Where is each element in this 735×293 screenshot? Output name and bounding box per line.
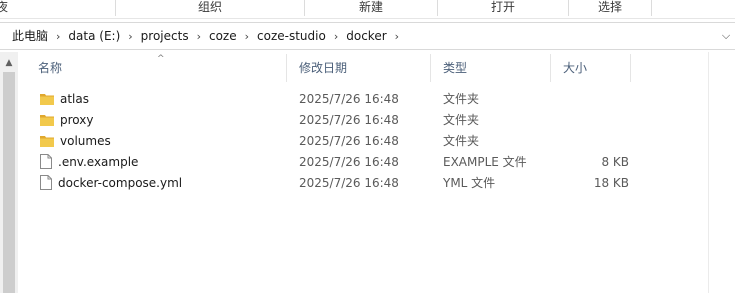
file-size: 18 KB bbox=[593, 176, 629, 190]
file-type: 文件夹 bbox=[443, 92, 480, 106]
chevron-right-icon[interactable]: › bbox=[56, 24, 60, 50]
ribbon-group-open: 打开 bbox=[490, 0, 515, 14]
breadcrumb-this-pc[interactable]: 此电脑 bbox=[10, 23, 50, 49]
vertical-scrollbar[interactable]: ▲ bbox=[0, 52, 18, 293]
breadcrumb-drive-e[interactable]: data (E:) bbox=[66, 23, 122, 49]
breadcrumb-coze[interactable]: coze bbox=[207, 23, 239, 49]
file-name: docker-compose.yml bbox=[58, 176, 183, 190]
file-icon bbox=[40, 154, 52, 169]
ribbon-group-organize: 组织 bbox=[197, 0, 222, 14]
chevron-right-icon[interactable]: › bbox=[245, 24, 249, 50]
column-header-size[interactable]: 大小 bbox=[551, 54, 631, 82]
ribbon-group-select: 选择 bbox=[597, 0, 622, 14]
file-date: 2025/7/26 16:48 bbox=[299, 134, 399, 148]
file-icon bbox=[40, 175, 52, 190]
file-row[interactable]: docker-compose.yml 2025/7/26 16:48 YML 文… bbox=[26, 173, 706, 194]
file-list: atlas 2025/7/26 16:48 文件夹 proxy 2025/7/2… bbox=[26, 89, 706, 194]
scrollbar-thumb[interactable] bbox=[3, 72, 15, 293]
file-date: 2025/7/26 16:48 bbox=[299, 113, 399, 127]
file-row[interactable]: proxy 2025/7/26 16:48 文件夹 bbox=[26, 110, 706, 131]
file-type: 文件夹 bbox=[443, 113, 480, 127]
file-size: 8 KB bbox=[601, 155, 629, 169]
file-name: volumes bbox=[60, 134, 111, 148]
ribbon-group-new: 新建 bbox=[358, 0, 383, 14]
file-name: proxy bbox=[60, 113, 94, 127]
breadcrumb: 此电脑 › data (E:) › projects › coze › coze-studio ›… bbox=[10, 23, 405, 49]
chevron-right-icon[interactable]: › bbox=[334, 24, 338, 50]
ribbon-group-labels: 夜 组织 新建 打开 选择 bbox=[0, 0, 735, 19]
breadcrumb-projects[interactable]: projects bbox=[139, 23, 191, 49]
file-date: 2025/7/26 16:48 bbox=[299, 176, 399, 190]
column-header-type[interactable]: 类型 bbox=[431, 54, 551, 82]
file-date: 2025/7/26 16:48 bbox=[299, 92, 399, 106]
file-row[interactable]: atlas 2025/7/26 16:48 文件夹 bbox=[26, 89, 706, 110]
file-name: .env.example bbox=[58, 155, 139, 169]
breadcrumb-coze-studio[interactable]: coze-studio bbox=[255, 23, 328, 49]
sort-ascending-icon: ^ bbox=[157, 54, 165, 64]
folder-icon bbox=[40, 115, 54, 126]
pane-divider bbox=[708, 52, 709, 293]
file-type: 文件夹 bbox=[443, 134, 480, 148]
file-name: atlas bbox=[60, 92, 89, 106]
file-type: EXAMPLE 文件 bbox=[443, 155, 527, 169]
ribbon-separator bbox=[651, 0, 652, 16]
file-row[interactable]: volumes 2025/7/26 16:48 文件夹 bbox=[26, 131, 706, 152]
folder-icon bbox=[40, 136, 54, 147]
address-bar[interactable]: 此电脑 › data (E:) › projects › coze › coze-studio ›… bbox=[0, 22, 735, 50]
file-row[interactable]: .env.example 2025/7/26 16:48 EXAMPLE 文件 … bbox=[26, 152, 706, 173]
chevron-right-icon[interactable]: › bbox=[395, 24, 399, 50]
chevron-right-icon[interactable]: › bbox=[128, 24, 132, 50]
file-type: YML 文件 bbox=[443, 176, 496, 190]
column-header-date[interactable]: 修改日期 bbox=[287, 54, 431, 82]
column-header-row: 名称 修改日期 类型 大小 bbox=[26, 54, 735, 82]
scroll-up-arrow-icon[interactable]: ▲ bbox=[0, 56, 18, 70]
breadcrumb-docker[interactable]: docker bbox=[344, 23, 388, 49]
folder-icon bbox=[40, 94, 54, 105]
address-history-dropdown-icon[interactable]: ⌵ bbox=[719, 23, 733, 49]
chevron-right-icon[interactable]: › bbox=[197, 24, 201, 50]
ribbon-group-partial: 夜 bbox=[0, 0, 9, 14]
file-date: 2025/7/26 16:48 bbox=[299, 155, 399, 169]
